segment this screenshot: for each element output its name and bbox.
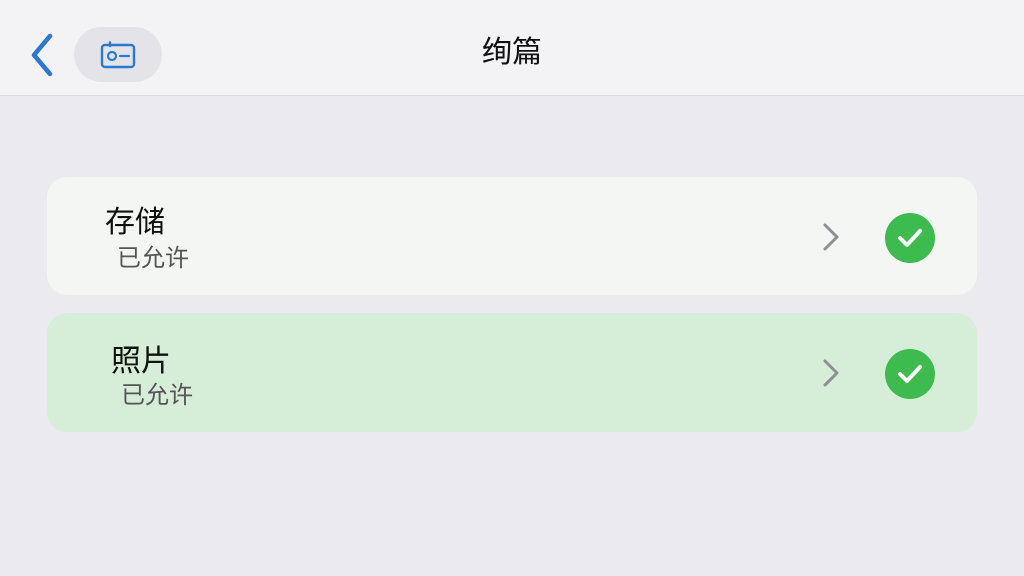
chevron-right-icon — [823, 359, 839, 387]
check-circle-icon — [885, 349, 935, 399]
permission-row-storage[interactable]: 存储 已允许 — [47, 177, 977, 295]
permission-row-photos[interactable]: 照片 已允许 — [47, 313, 977, 432]
page-title: 绚篇 — [482, 35, 542, 70]
check-circle-icon — [885, 213, 935, 263]
permission-status: 已允许 — [121, 381, 193, 409]
permission-status: 已允许 — [117, 244, 189, 272]
chevron-right-icon — [823, 223, 839, 251]
permission-list: 存储 已允许 照片 已允许 — [47, 177, 977, 450]
permission-label: 照片 — [111, 344, 171, 379]
permission-label: 存储 — [105, 205, 165, 240]
navigation-bar: 绚篇 — [0, 0, 1024, 96]
